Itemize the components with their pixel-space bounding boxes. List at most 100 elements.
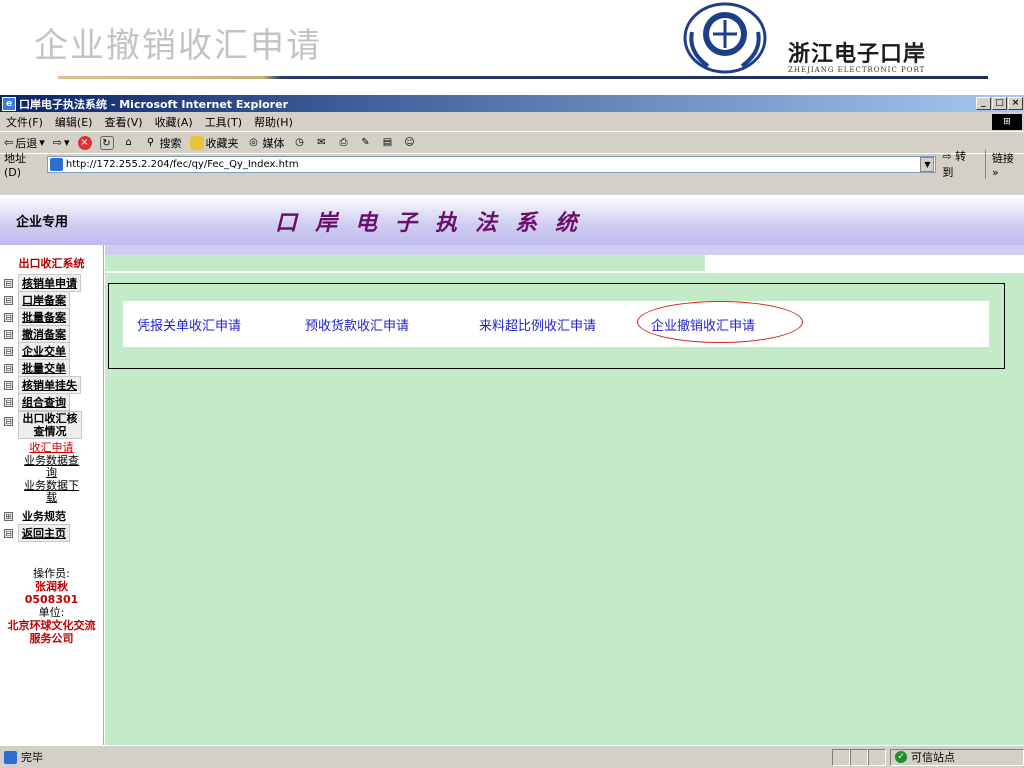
zone-label: 可信站点	[911, 751, 955, 764]
unit-name: 北京环球文化交流服务公司	[7, 619, 96, 645]
refresh-icon: ↻	[99, 135, 114, 150]
sidebar-item-cancel-filing[interactable]: ⊟ 撤消备案	[0, 325, 103, 343]
collapse-icon[interactable]: ⊟	[4, 312, 13, 322]
logo-english: ZHEJIANG ELECTRONIC PORT	[788, 66, 926, 74]
media-label: 媒体	[262, 136, 285, 150]
sidebar-item-enterprise-submit[interactable]: ⊟ 企业交单	[0, 342, 103, 360]
highlight-ellipse	[637, 301, 803, 343]
sidebar-item-label[interactable]: 批量备案	[18, 308, 70, 326]
mail-button[interactable]: ✉	[315, 136, 329, 150]
sidebar-item-label[interactable]: 企业交单	[18, 342, 70, 360]
go-button[interactable]: ⇨ 转到	[942, 148, 977, 180]
sidebar-item-report-lost[interactable]: ⊟ 核销单挂失	[0, 376, 103, 394]
menu-edit[interactable]: 编辑(E)	[55, 114, 93, 130]
security-zone: ✓ 可信站点	[890, 748, 1024, 766]
home-button[interactable]: ⌂	[122, 136, 136, 150]
stop-button[interactable]: ×	[77, 135, 92, 150]
address-input[interactable]: http://172.255.2.204/fec/qy/Fec_Qy_Index…	[46, 155, 937, 173]
print-button[interactable]: ⎙	[337, 136, 351, 150]
window-titlebar[interactable]: e 口岸电子执法系统 - Microsoft Internet Explorer…	[0, 95, 1024, 112]
sidebar-item-batch-submit[interactable]: ⊟ 批量交单	[0, 359, 103, 377]
content-strip	[105, 245, 1024, 255]
menu-view[interactable]: 查看(V)	[104, 114, 142, 130]
minimize-button[interactable]: _	[976, 97, 991, 110]
collapse-icon[interactable]: ⊟	[4, 295, 13, 305]
collapse-icon[interactable]: ⊟	[4, 417, 13, 426]
sidebar-item-label[interactable]: 出口收汇核查情况	[18, 411, 82, 439]
material-excess-apply-link[interactable]: 来料超比例收汇申请	[479, 315, 596, 334]
page-content: 企业专用 口岸电子执法系统 出口收汇系统 ⊟ 核销单申请 ⊟ 口岸备案 ⊟ 批量…	[0, 195, 1024, 745]
favorites-label: 收藏夹	[205, 136, 239, 150]
collapse-icon[interactable]: ⊟	[4, 380, 13, 390]
menu-help[interactable]: 帮助(H)	[254, 114, 293, 130]
operator-name: 张润秋	[35, 580, 68, 593]
sidebar-item-label[interactable]: 核销单挂失	[18, 376, 81, 394]
edit-icon: ✎	[361, 136, 370, 148]
unit-label: 单位:	[38, 606, 65, 619]
toolbar: ⇦ 后退 ▾ ⇨ ▾ × ↻ ⌂ ⚲ 搜索 收藏夹 ◎ 媒体 ◷ ✉ ⎙ ✎ ▤…	[0, 132, 1024, 154]
back-button[interactable]: ⇦ 后退 ▾	[4, 135, 45, 151]
sidebar-item-port-filing[interactable]: ⊟ 口岸备案	[0, 291, 103, 309]
favorites-button[interactable]: 收藏夹	[189, 135, 239, 151]
sidebar-item-label[interactable]: 返回主页	[18, 524, 70, 542]
close-button[interactable]: ×	[1008, 97, 1023, 110]
menu-favorites[interactable]: 收藏(A)	[155, 114, 193, 130]
refresh-button[interactable]: ↻	[99, 135, 114, 150]
mail-icon: ✉	[317, 136, 326, 148]
media-button[interactable]: ◎ 媒体	[247, 135, 285, 151]
sidebar-item-home[interactable]: ⊟ 返回主页	[0, 524, 103, 542]
discuss-button[interactable]: ▤	[381, 136, 395, 150]
menu-tools[interactable]: 工具(T)	[205, 114, 242, 130]
customs-declaration-apply-link[interactable]: 凭报关单收汇申请	[137, 315, 241, 334]
edit-button[interactable]: ✎	[359, 136, 373, 150]
forward-button[interactable]: ⇨ ▾	[53, 136, 70, 149]
maximize-button[interactable]: □	[992, 97, 1007, 110]
back-label: 后退	[15, 136, 38, 150]
search-button[interactable]: ⚲ 搜索	[144, 135, 182, 151]
sidebar-item-label[interactable]: 核销单申请	[18, 274, 81, 292]
sidebar-item-label[interactable]: 业务规范	[18, 507, 70, 525]
status-cell	[832, 748, 850, 766]
collapse-icon[interactable]: ⊟	[4, 363, 13, 373]
page-done-icon	[4, 750, 17, 764]
ie-icon: e	[2, 96, 16, 111]
sidebar-item-label[interactable]: 口岸备案	[18, 291, 70, 309]
stop-icon: ×	[77, 135, 92, 150]
expand-icon[interactable]: ⊞	[4, 511, 13, 521]
back-dropdown-icon: ▾	[39, 136, 45, 149]
sidebar-item-batch-filing[interactable]: ⊟ 批量备案	[0, 308, 103, 326]
sidebar-sublink-data-query[interactable]: 业务数据查询	[0, 455, 103, 479]
sidebar-item-business-rules[interactable]: ⊞ 业务规范	[0, 507, 103, 525]
title-rule	[58, 76, 988, 79]
operator-info: 操作员: 张润秋 0508301 单位: 北京环球文化交流服务公司	[0, 567, 103, 645]
sidebar-sublink-data-download[interactable]: 业务数据下载	[0, 480, 103, 504]
forward-dropdown-icon: ▾	[63, 136, 70, 149]
sidebar-item-verification-apply[interactable]: ⊟ 核销单申请	[0, 274, 103, 292]
links-button[interactable]: 链接 »	[984, 149, 1024, 179]
messenger-button[interactable]: ☺	[403, 136, 417, 150]
collapse-icon[interactable]: ⊟	[4, 528, 13, 538]
collapse-icon[interactable]: ⊟	[4, 278, 13, 288]
sidebar-item-combined-query[interactable]: ⊟ 组合查询	[0, 393, 103, 411]
messenger-icon: ☺	[404, 136, 415, 148]
apply-links-box: 凭报关单收汇申请 预收货款收汇申请 来料超比例收汇申请 企业撤销收汇申请	[123, 301, 989, 347]
home-icon: ⌂	[125, 136, 132, 148]
sidebar-item-label[interactable]: 批量交单	[18, 359, 70, 377]
go-arrow-icon: ⇨	[942, 150, 952, 163]
menu-file[interactable]: 文件(F)	[6, 114, 43, 130]
sidebar: 出口收汇系统 ⊟ 核销单申请 ⊟ 口岸备案 ⊟ 批量备案 ⊟ 撤消备案 ⊟ 企业…	[0, 245, 104, 745]
collapse-icon[interactable]: ⊟	[4, 397, 13, 407]
apply-links-frame: 凭报关单收汇申请 预收货款收汇申请 来料超比例收汇申请 企业撤销收汇申请	[108, 283, 1005, 369]
prepayment-apply-link[interactable]: 预收货款收汇申请	[305, 315, 409, 334]
slide-header: 企业撤销收汇申请 浙江电子口岸 ZHEJIANG ELECTRONIC PORT	[0, 0, 1024, 95]
address-dropdown-icon[interactable]: ▼	[920, 156, 935, 172]
sidebar-item-label[interactable]: 撤消备案	[18, 325, 70, 343]
collapse-icon[interactable]: ⊟	[4, 346, 13, 356]
history-button[interactable]: ◷	[293, 136, 307, 150]
sidebar-item-export-check[interactable]: ⊟ 出口收汇核查情况	[0, 411, 103, 441]
sidebar-item-label[interactable]: 组合查询	[18, 393, 70, 411]
windows-logo-icon: ⊞	[992, 113, 1022, 130]
corp-label: 企业专用	[16, 215, 69, 230]
sidebar-sublink-collect-apply[interactable]: 收汇申请	[0, 442, 103, 454]
collapse-icon[interactable]: ⊟	[4, 329, 13, 339]
